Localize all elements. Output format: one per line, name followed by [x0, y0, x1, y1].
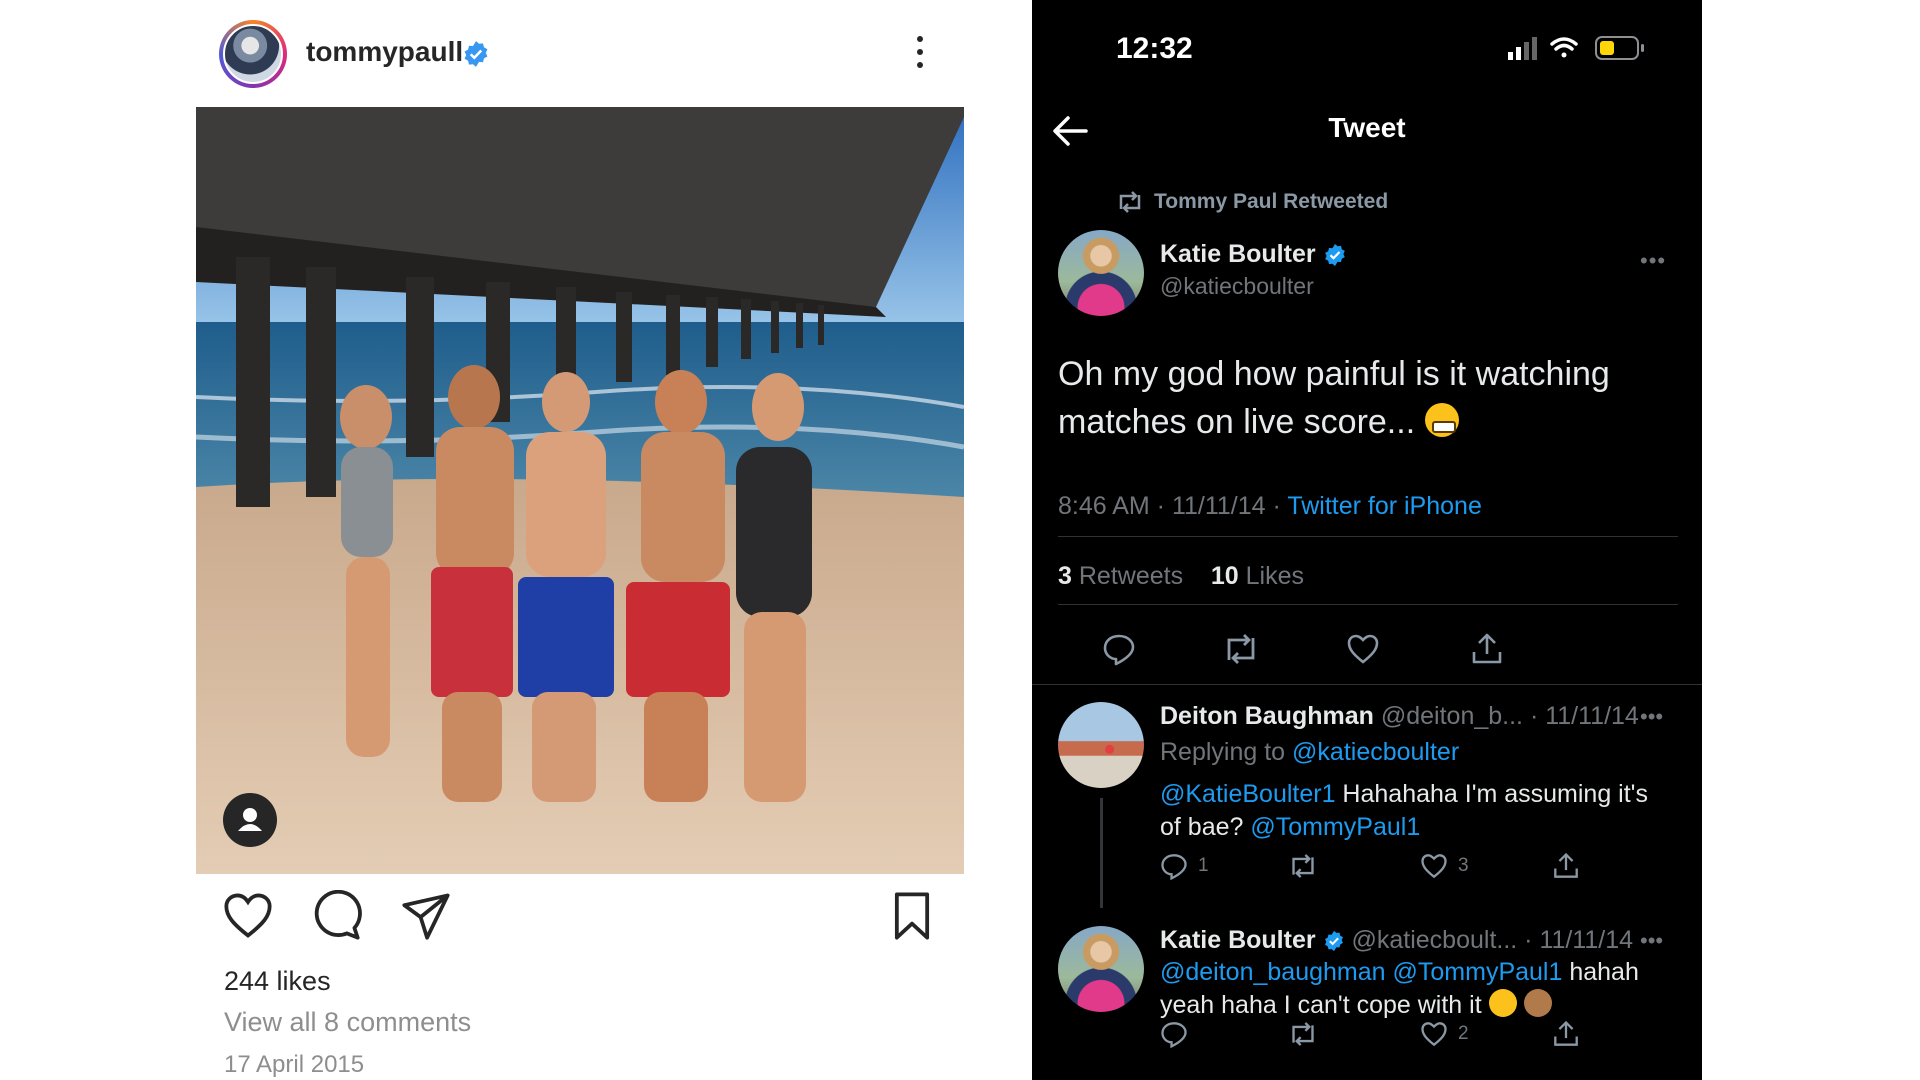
profile-avatar[interactable]	[219, 20, 287, 88]
reply-author-name[interactable]: Katie Boulter	[1160, 926, 1316, 954]
reply-handle-date[interactable]: @katiecboult... · 11/11/14	[1352, 926, 1634, 954]
reply-handle-date[interactable]: @deiton_b... · 11/11/14	[1381, 702, 1639, 730]
status-bar-icons	[1508, 34, 1658, 69]
verified-badge-icon	[1324, 244, 1345, 267]
tweet-thread: Tommy Paul Retweeted Katie Boulter @kati…	[1032, 170, 1702, 1080]
retweeted-by-text: Tommy Paul Retweeted	[1154, 190, 1389, 213]
more-horizontal-icon[interactable]: •••	[1640, 704, 1663, 730]
beach-photo-image	[196, 107, 964, 874]
divider	[1058, 604, 1678, 605]
username[interactable]: tommypaull	[306, 36, 463, 68]
tweet-meta: 8:46 AM · 11/11/14 · Twitter for iPhone	[1058, 492, 1482, 521]
heart-icon[interactable]	[222, 890, 274, 942]
post-actions	[196, 890, 964, 950]
share-button[interactable]	[1552, 852, 1580, 886]
share-upload-icon[interactable]	[1470, 632, 1504, 666]
author-avatar[interactable]	[1058, 230, 1144, 316]
tweet-text: Oh my god how painful is it watching mat…	[1058, 350, 1678, 446]
reply-icon	[1161, 1022, 1187, 1049]
tweet-text-content: Oh my god how painful is it watching mat…	[1058, 355, 1610, 441]
reply-author-name[interactable]: Deiton Baughman	[1160, 702, 1374, 730]
mention-link[interactable]: @TommyPaul1	[1250, 813, 1420, 841]
tweet-source-link[interactable]: Twitter for iPhone	[1287, 492, 1482, 520]
tweet-stats: 3 Retweets 10 Likes	[1058, 562, 1304, 591]
author-name[interactable]: Katie Boulter	[1160, 240, 1316, 268]
grimacing-face-emoji	[1424, 403, 1459, 437]
reply-avatar[interactable]	[1058, 702, 1144, 788]
reply-header: Deiton Baughman @deiton_b... · 11/11/14	[1160, 702, 1639, 731]
comment-icon[interactable]	[310, 890, 362, 942]
likes-stat[interactable]: 10 Likes	[1211, 562, 1304, 590]
thread-connector	[1100, 798, 1103, 908]
retweet-button[interactable]	[1288, 1020, 1318, 1054]
like-button[interactable]: 3	[1420, 852, 1469, 886]
mention-link[interactable]: @deiton_baughman	[1160, 958, 1386, 986]
twitter-screen: 12:32 Tweet Tommy Paul Retweeted Katie B…	[1032, 0, 1702, 1080]
like-count[interactable]: 244 likes	[224, 966, 331, 997]
author-name-line[interactable]: Katie Boulter	[1160, 240, 1347, 269]
heart-icon[interactable]	[1346, 632, 1380, 666]
retweet-icon	[1292, 1022, 1314, 1046]
mention-link[interactable]: @TommyPaul1	[1393, 958, 1563, 986]
nav-bar: Tweet	[1032, 90, 1702, 170]
reply-actions: 2	[1160, 1020, 1580, 1054]
post-date: 17 April 2015	[224, 1051, 365, 1078]
more-vertical-icon[interactable]	[914, 36, 926, 76]
reply-header: Katie Boulter @katiecboult... · 11/11/14	[1160, 926, 1633, 955]
view-comments-link[interactable]: View all 8 comments	[224, 1007, 471, 1038]
more-horizontal-icon[interactable]: •••	[1640, 248, 1666, 274]
mention-link[interactable]: @KatieBoulter1	[1160, 780, 1335, 808]
reply-icon[interactable]	[1102, 632, 1136, 666]
replying-to-line: Replying to @katiecboulter	[1160, 738, 1460, 766]
reply-button[interactable]: 1	[1160, 852, 1209, 886]
wifi-icon	[1550, 37, 1578, 58]
reply-text: @deiton_baughman @TommyPaul1 hahah yeah …	[1160, 958, 1639, 1019]
instagram-post: tommypaull 244 likes View all 8 comments…	[196, 0, 964, 1080]
battery-icon	[1595, 36, 1644, 60]
reply-actions: 1 3	[1160, 852, 1580, 886]
reply-button[interactable]	[1160, 1020, 1188, 1054]
nav-title: Tweet	[1328, 112, 1406, 143]
retweet-button[interactable]	[1288, 852, 1318, 886]
divider	[1058, 536, 1678, 537]
retweet-icon	[1119, 191, 1141, 213]
share-paper-plane-icon[interactable]	[400, 890, 452, 942]
post-photo[interactable]	[196, 107, 964, 874]
heart-icon	[1421, 854, 1447, 879]
share-button[interactable]	[1552, 1020, 1580, 1054]
post-header: tommypaull	[196, 14, 964, 96]
retweeted-indicator: Tommy Paul Retweeted	[1116, 190, 1388, 214]
replying-to-link[interactable]: @katiecboulter	[1292, 738, 1459, 766]
person-tag-icon[interactable]	[223, 793, 277, 847]
retweet-icon[interactable]	[1222, 632, 1260, 666]
share-upload-icon	[1554, 1020, 1578, 1046]
more-horizontal-icon[interactable]: •••	[1640, 928, 1663, 954]
share-upload-icon	[1554, 852, 1578, 878]
retweets-stat[interactable]: 3 Retweets	[1058, 562, 1183, 590]
retweet-icon	[1292, 854, 1314, 878]
see-no-evil-monkey-emoji	[1523, 989, 1552, 1017]
author-handle[interactable]: @katiecboulter	[1160, 273, 1314, 300]
like-button[interactable]: 2	[1420, 1020, 1469, 1054]
heart-icon	[1421, 1022, 1447, 1047]
reply-text: @KatieBoulter1 Hahahaha I'm assuming it'…	[1160, 780, 1648, 841]
verified-badge-icon	[1324, 931, 1343, 952]
reply-avatar[interactable]	[1058, 926, 1144, 1012]
bookmark-icon[interactable]	[886, 890, 938, 942]
divider	[1032, 684, 1702, 685]
status-bar-time: 12:32	[1116, 32, 1193, 65]
tweet-actions	[1032, 618, 1702, 678]
flushed-face-emoji	[1488, 989, 1517, 1017]
tweet-timestamp: 8:46 AM · 11/11/14 ·	[1058, 492, 1288, 520]
signal-icon	[1508, 37, 1537, 60]
reply-icon	[1161, 854, 1187, 881]
verified-badge-icon	[464, 41, 488, 67]
